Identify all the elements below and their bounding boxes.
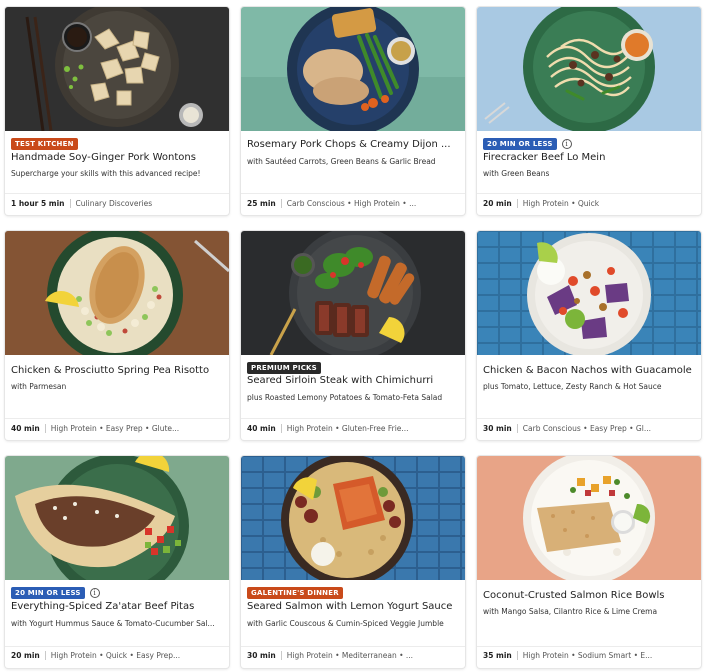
card-divider bbox=[477, 646, 701, 647]
recipe-title[interactable]: Rosemary Pork Chops & Creamy Dijon ... bbox=[247, 139, 459, 150]
recipe-subtitle: with Yogurt Hummus Sauce & Tomato-Cucumb… bbox=[11, 619, 215, 628]
info-icon[interactable]: i bbox=[561, 139, 572, 149]
meta-separator bbox=[516, 424, 518, 433]
recipe-meta: 30 min Carb Conscious • Easy Prep • Gl..… bbox=[483, 424, 695, 433]
meta-separator bbox=[44, 651, 46, 660]
recipe-card[interactable]: Chicken & Bacon Nachos with Guacamole pl… bbox=[477, 231, 701, 440]
recipe-meta: 40 min High Protein • Easy Prep • Glute.… bbox=[11, 424, 223, 433]
recipe-tags: High Protein • Mediterranean • ... bbox=[286, 651, 414, 660]
recipe-card[interactable]: 20 MIN OR LESS i Firecracker Beef Lo Mei… bbox=[477, 7, 701, 215]
recipe-tags: Carb Conscious • High Protein • ... bbox=[286, 199, 417, 208]
recipe-title[interactable]: Seared Sirloin Steak with Chimichurri bbox=[247, 375, 459, 386]
recipe-time: 40 min bbox=[247, 424, 276, 433]
recipe-card[interactable]: GALENTINE'S DINNER Seared Salmon with Le… bbox=[241, 456, 465, 668]
recipe-image[interactable] bbox=[477, 231, 701, 355]
recipe-tags: High Protein • Sodium Smart • E... bbox=[522, 651, 653, 660]
recipe-tags: Culinary Discoveries bbox=[75, 199, 153, 208]
recipe-title[interactable]: Firecracker Beef Lo Mein bbox=[483, 152, 695, 163]
recipe-image[interactable] bbox=[241, 456, 465, 580]
recipe-subtitle: plus Tomato, Lettuce, Zesty Ranch & Hot … bbox=[483, 382, 662, 391]
recipe-title[interactable]: Chicken & Prosciutto Spring Pea Risotto bbox=[11, 365, 223, 376]
card-divider bbox=[241, 418, 465, 419]
recipe-card[interactable]: Chicken & Prosciutto Spring Pea Risotto … bbox=[5, 231, 229, 440]
recipe-subtitle: with Mango Salsa, Cilantro Rice & Lime C… bbox=[483, 607, 658, 616]
recipe-subtitle: with Green Beans bbox=[483, 169, 550, 178]
meta-separator bbox=[280, 199, 282, 208]
recipe-time: 35 min bbox=[483, 651, 512, 660]
recipe-tags: Carb Conscious • Easy Prep • Gl... bbox=[522, 424, 651, 433]
recipe-meta: 20 min High Protein • Quick bbox=[483, 199, 695, 208]
recipe-badge: PREMIUM PICKS bbox=[247, 362, 321, 374]
recipe-card[interactable]: Coconut-Crusted Salmon Rice Bowls with M… bbox=[477, 456, 701, 668]
recipe-card[interactable]: Rosemary Pork Chops & Creamy Dijon ... w… bbox=[241, 7, 465, 215]
recipe-tags: High Protein • Easy Prep • Glute... bbox=[50, 424, 180, 433]
recipe-time: 30 min bbox=[247, 651, 276, 660]
recipe-meta: 30 min High Protein • Mediterranean • ..… bbox=[247, 651, 459, 660]
recipe-time: 20 min bbox=[483, 199, 512, 208]
recipe-meta: 35 min High Protein • Sodium Smart • E..… bbox=[483, 651, 695, 660]
recipe-subtitle: with Garlic Couscous & Cumin-Spiced Vegg… bbox=[247, 619, 444, 628]
info-icon[interactable]: i bbox=[89, 588, 100, 598]
recipe-image[interactable] bbox=[5, 456, 229, 580]
recipe-image[interactable] bbox=[241, 7, 465, 131]
meta-separator bbox=[516, 199, 518, 208]
recipe-title[interactable]: Chicken & Bacon Nachos with Guacamole bbox=[483, 365, 695, 376]
recipe-time: 1 hour 5 min bbox=[11, 199, 65, 208]
recipe-meta: 40 min High Protein • Gluten-Free Frie..… bbox=[247, 424, 459, 433]
meta-separator bbox=[280, 651, 282, 660]
recipe-card[interactable]: PREMIUM PICKS Seared Sirloin Steak with … bbox=[241, 231, 465, 440]
recipe-tags: High Protein • Quick bbox=[522, 199, 600, 208]
card-divider bbox=[477, 193, 701, 194]
meta-separator bbox=[280, 424, 282, 433]
card-divider bbox=[477, 418, 701, 419]
recipe-title[interactable]: Everything-Spiced Za'atar Beef Pitas bbox=[11, 601, 223, 612]
recipe-tags: High Protein • Gluten-Free Frie... bbox=[286, 424, 409, 433]
recipe-title[interactable]: Seared Salmon with Lemon Yogurt Sauce bbox=[247, 601, 459, 612]
recipe-image[interactable] bbox=[5, 231, 229, 355]
recipe-time: 20 min bbox=[11, 651, 40, 660]
card-divider bbox=[5, 418, 229, 419]
recipe-time: 25 min bbox=[247, 199, 276, 208]
card-divider bbox=[5, 646, 229, 647]
card-divider bbox=[241, 193, 465, 194]
recipe-subtitle: Supercharge your skills with this advanc… bbox=[11, 169, 201, 178]
recipe-meta: 1 hour 5 min Culinary Discoveries bbox=[11, 199, 223, 208]
recipe-card[interactable]: TEST KITCHEN Handmade Soy-Ginger Pork Wo… bbox=[5, 7, 229, 215]
recipe-tags: High Protein • Quick • Easy Prep... bbox=[50, 651, 181, 660]
meta-separator bbox=[69, 199, 71, 208]
recipe-image[interactable] bbox=[5, 7, 229, 131]
recipe-time: 30 min bbox=[483, 424, 512, 433]
recipe-badge: 20 MIN OR LESS bbox=[11, 587, 85, 599]
recipe-title[interactable]: Coconut-Crusted Salmon Rice Bowls bbox=[483, 590, 695, 601]
recipe-title[interactable]: Handmade Soy-Ginger Pork Wontons bbox=[11, 152, 223, 163]
recipe-meta: 20 min High Protein • Quick • Easy Prep.… bbox=[11, 651, 223, 660]
recipe-image[interactable] bbox=[241, 231, 465, 355]
recipe-subtitle: with Sautéed Carrots, Green Beans & Garl… bbox=[247, 157, 436, 166]
recipe-badge: GALENTINE'S DINNER bbox=[247, 587, 343, 599]
recipe-image[interactable] bbox=[477, 456, 701, 580]
recipe-meta: 25 min Carb Conscious • High Protein • .… bbox=[247, 199, 459, 208]
recipe-badge: TEST KITCHEN bbox=[11, 138, 78, 150]
recipe-badge: 20 MIN OR LESS bbox=[483, 138, 557, 150]
recipe-subtitle: with Parmesan bbox=[11, 382, 67, 391]
recipe-image[interactable] bbox=[477, 7, 701, 131]
recipe-subtitle: plus Roasted Lemony Potatoes & Tomato-Fe… bbox=[247, 393, 443, 402]
recipe-card[interactable]: 20 MIN OR LESS i Everything-Spiced Za'at… bbox=[5, 456, 229, 668]
card-divider bbox=[5, 193, 229, 194]
card-divider bbox=[241, 646, 465, 647]
meta-separator bbox=[516, 651, 518, 660]
meta-separator bbox=[44, 424, 46, 433]
recipe-time: 40 min bbox=[11, 424, 40, 433]
